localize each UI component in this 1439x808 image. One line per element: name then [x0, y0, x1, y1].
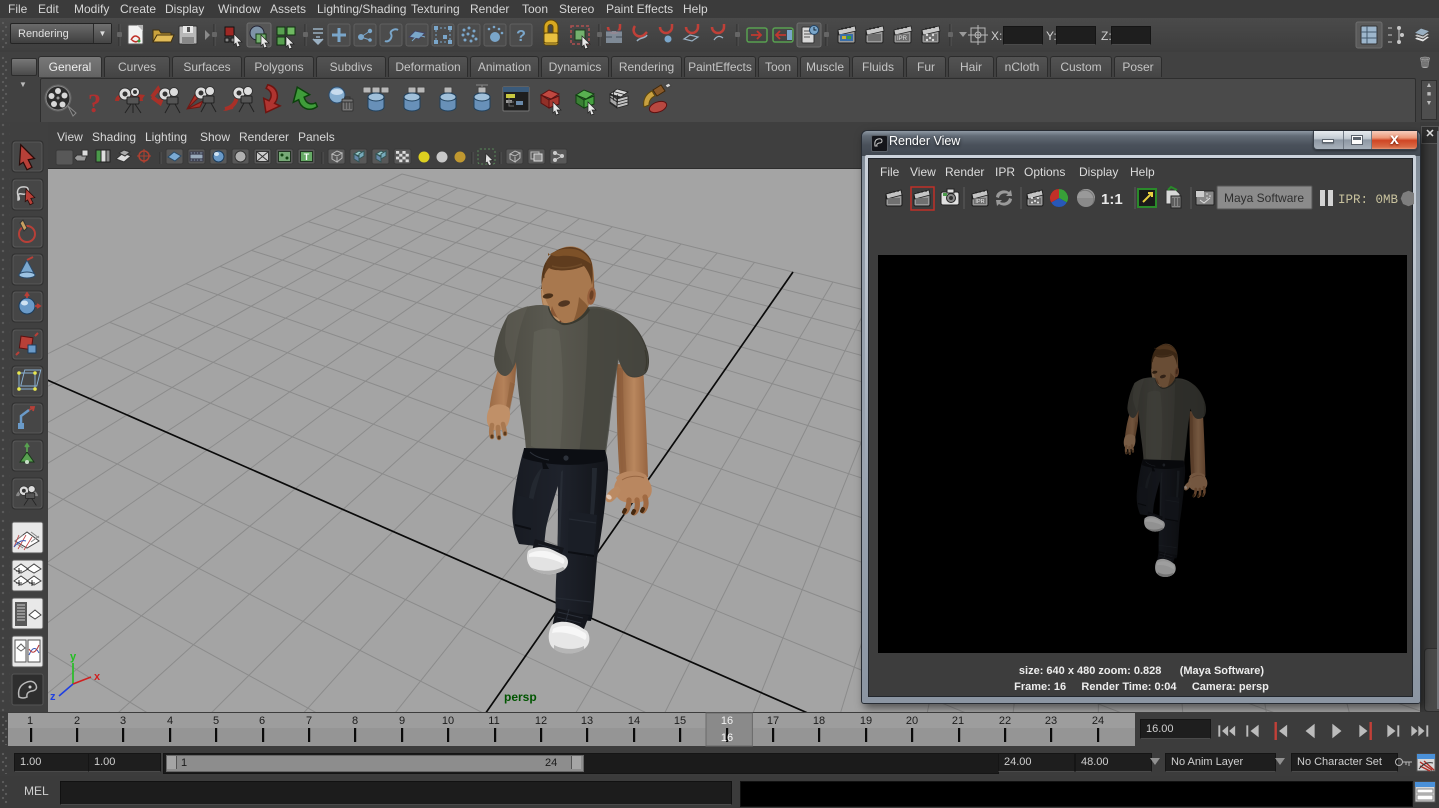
svg-text:X:: X: [991, 29, 1002, 43]
svg-text:22: 22 [999, 715, 1011, 727]
svg-text:IPR: 0MB: IPR: 0MB [1338, 193, 1399, 207]
svg-text:11: 11 [488, 715, 499, 727]
svg-text:?: ? [88, 89, 101, 118]
svg-text:15: 15 [674, 715, 686, 727]
svg-text:?: ? [516, 28, 526, 45]
svg-text:14: 14 [628, 715, 640, 727]
svg-text:16: 16 [721, 715, 733, 727]
svg-text:13: 13 [581, 715, 593, 727]
svg-text:6: 6 [259, 715, 265, 727]
svg-text:2: 2 [74, 715, 80, 727]
svg-text:18: 18 [813, 715, 825, 727]
svg-text:3: 3 [120, 715, 126, 727]
svg-text:16: 16 [721, 732, 733, 744]
svg-text:5: 5 [213, 715, 219, 727]
svg-text:persp: persp [504, 690, 537, 704]
svg-text:x: x [94, 671, 101, 683]
svg-text:7: 7 [306, 715, 312, 727]
svg-text:10: 10 [442, 715, 454, 727]
svg-text:1: 1 [27, 715, 33, 727]
svg-text:4: 4 [167, 715, 173, 727]
svg-text:9: 9 [399, 715, 405, 727]
svg-text:IPR: IPR [975, 199, 984, 205]
svg-text:IPR: IPR [897, 36, 908, 42]
svg-text:y: y [70, 651, 77, 663]
svg-text:19: 19 [860, 715, 872, 727]
svg-text:20: 20 [906, 715, 918, 727]
svg-text:23: 23 [1045, 715, 1057, 727]
svg-text:z: z [50, 691, 56, 703]
svg-text:T: T [304, 152, 310, 162]
svg-text:12: 12 [535, 715, 547, 727]
svg-text:Maya Software: Maya Software [1224, 191, 1304, 205]
svg-text:1:1: 1:1 [1101, 191, 1123, 208]
svg-text:21: 21 [952, 715, 964, 727]
svg-text:8: 8 [352, 715, 358, 727]
svg-text:17: 17 [767, 715, 779, 727]
svg-text:24: 24 [1092, 715, 1104, 727]
